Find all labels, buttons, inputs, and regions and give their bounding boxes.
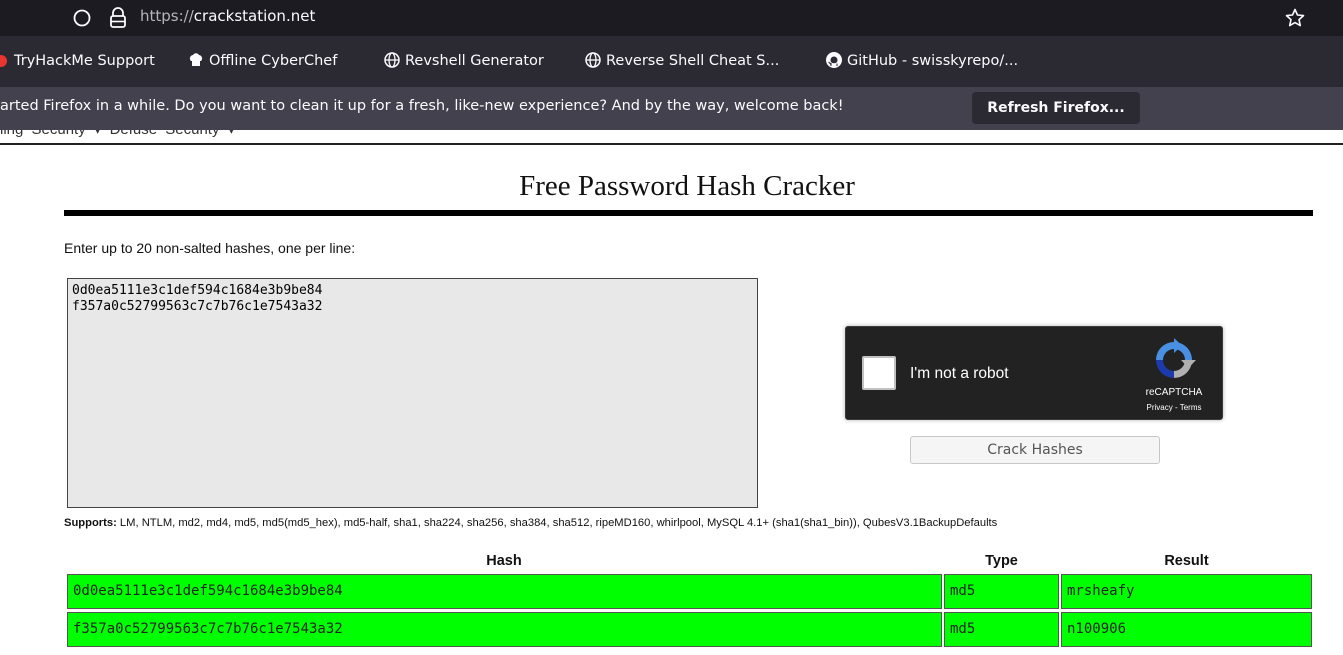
recaptcha-widget: I'm not a robot reCAPTCHA Privacy - Term… [845, 326, 1223, 420]
github-icon [826, 52, 842, 68]
notification-message: arted Firefox in a while. Do you want to… [0, 98, 844, 114]
recaptcha-checkbox[interactable] [862, 356, 896, 390]
recaptcha-terms-link[interactable]: Terms [1180, 403, 1202, 412]
chef-hat-icon [189, 53, 203, 66]
column-header-result: Result [1164, 553, 1209, 569]
page-title: Free Password Hash Cracker [519, 170, 855, 202]
recaptcha-privacy-link[interactable]: Privacy [1147, 403, 1173, 412]
site-nav-text[interactable]: ling Security ▾ Defuse Security ▾ [0, 130, 235, 138]
url-host: crackstation.net [193, 7, 316, 25]
bookmark-star-icon[interactable] [1283, 6, 1307, 30]
instructions-text: Enter up to 20 non-salted hashes, one pe… [64, 240, 356, 256]
bookmark-reverse-shell-cheat-sheet[interactable]: Reverse Shell Cheat S... [584, 50, 779, 72]
hash-input[interactable]: 0d0ea5111e3c1def594c1684e3b9be84 f357a0c… [67, 278, 758, 508]
tryhackme-icon [0, 55, 7, 67]
globe-icon [384, 52, 400, 68]
result-hash-cell: f357a0c52799563c7c7b76c1e7543a32 [67, 612, 942, 647]
column-header-hash: Hash [486, 553, 522, 569]
crack-hashes-button[interactable]: Crack Hashes [910, 436, 1160, 464]
column-header-type: Type [985, 553, 1018, 569]
tracking-protection-shield-icon[interactable] [72, 8, 92, 28]
bookmark-label: Revshell Generator [405, 53, 544, 69]
bookmark-tryhackme-support[interactable]: TryHackMe Support [0, 50, 155, 72]
recaptcha-links: Privacy - Terms [1134, 403, 1214, 412]
bookmark-offline-cyberchef[interactable]: Offline CyberChef [187, 50, 337, 72]
result-password-cell: n100906 [1061, 612, 1312, 647]
bookmark-label: GitHub - swisskyrepo/... [847, 53, 1019, 69]
bookmark-label: Reverse Shell Cheat S... [606, 53, 780, 69]
result-type-cell: md5 [944, 574, 1059, 609]
refresh-firefox-notification: arted Firefox in a while. Do you want to… [0, 87, 1343, 130]
supports-list: LM, NTLM, md2, md4, md5, md5(md5_hex), m… [116, 517, 998, 529]
refresh-firefox-button[interactable]: Refresh Firefox... [972, 92, 1140, 124]
url-text[interactable]: https://crackstation.net [140, 7, 315, 25]
result-password-cell: mrsheafy [1061, 574, 1312, 609]
supported-algorithms: Supports: LM, NTLM, md2, md4, md5, md5(m… [64, 517, 997, 529]
bookmark-revshell-generator[interactable]: Revshell Generator [383, 50, 544, 72]
recaptcha-logo-icon [1156, 338, 1196, 378]
recaptcha-label: I'm not a robot [910, 365, 1009, 382]
result-hash-cell: 0d0ea5111e3c1def594c1684e3b9be84 [67, 574, 942, 609]
recaptcha-brand: reCAPTCHA [1145, 387, 1203, 398]
url-bar[interactable]: https://crackstation.net [0, 0, 1343, 36]
nav-divider [0, 143, 1343, 145]
result-type-cell: md5 [944, 612, 1059, 647]
title-divider [64, 210, 1313, 216]
url-scheme: https:// [140, 7, 194, 25]
supports-label: Supports: [64, 517, 117, 529]
bookmark-github-swisskyrepo[interactable]: GitHub - swisskyrepo/... [825, 50, 1018, 72]
recaptcha-link-separator: - [1172, 403, 1180, 412]
globe-icon [585, 52, 601, 68]
lock-icon[interactable] [108, 7, 128, 29]
bookmarks-toolbar: TryHackMe Support Offline CyberChef Revs… [0, 36, 1343, 87]
bookmark-label: Offline CyberChef [209, 53, 338, 69]
bookmark-label: TryHackMe Support [14, 53, 155, 69]
